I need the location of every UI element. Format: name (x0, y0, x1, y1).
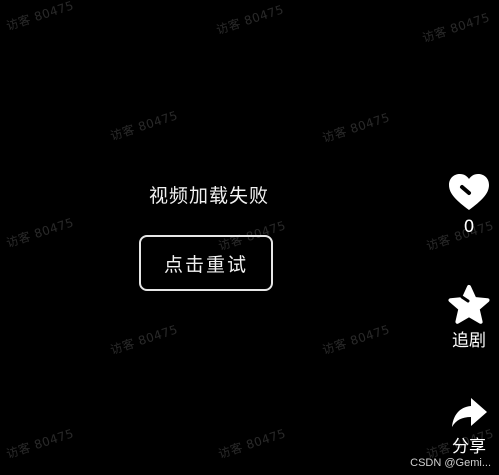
watermark: 访客 80475 (320, 110, 392, 146)
follow-drama-button[interactable]: 追剧 (439, 284, 499, 352)
follow-drama-label: 追剧 (452, 331, 486, 351)
watermark: 访客 80475 (108, 322, 180, 358)
watermark: 访客 80475 (4, 426, 76, 462)
heart-icon (447, 172, 491, 212)
watermark: 访客 80475 (320, 322, 392, 358)
video-error-message: 视频加载失败 (148, 185, 269, 207)
share-label: 分享 (452, 437, 486, 457)
share-button[interactable]: 分享 (439, 392, 499, 458)
watermark: 访客 80475 (216, 426, 288, 462)
star-icon (447, 284, 491, 326)
watermark: 访客 80475 (420, 10, 492, 46)
video-player: 访客 80475 访客 80475 访客 80475 访客 80475 访客 8… (0, 0, 499, 475)
watermark: 访客 80475 (4, 0, 76, 34)
retry-button[interactable]: 点击重试 (139, 235, 273, 291)
like-count: 0 (463, 217, 475, 237)
share-arrow-icon (449, 392, 489, 432)
like-button[interactable]: 0 (439, 172, 499, 238)
source-credit: CSDN @Gemi... (410, 457, 491, 469)
watermark: 访客 80475 (214, 2, 286, 38)
watermark: 访客 80475 (4, 215, 76, 251)
watermark: 访客 80475 (108, 108, 180, 144)
